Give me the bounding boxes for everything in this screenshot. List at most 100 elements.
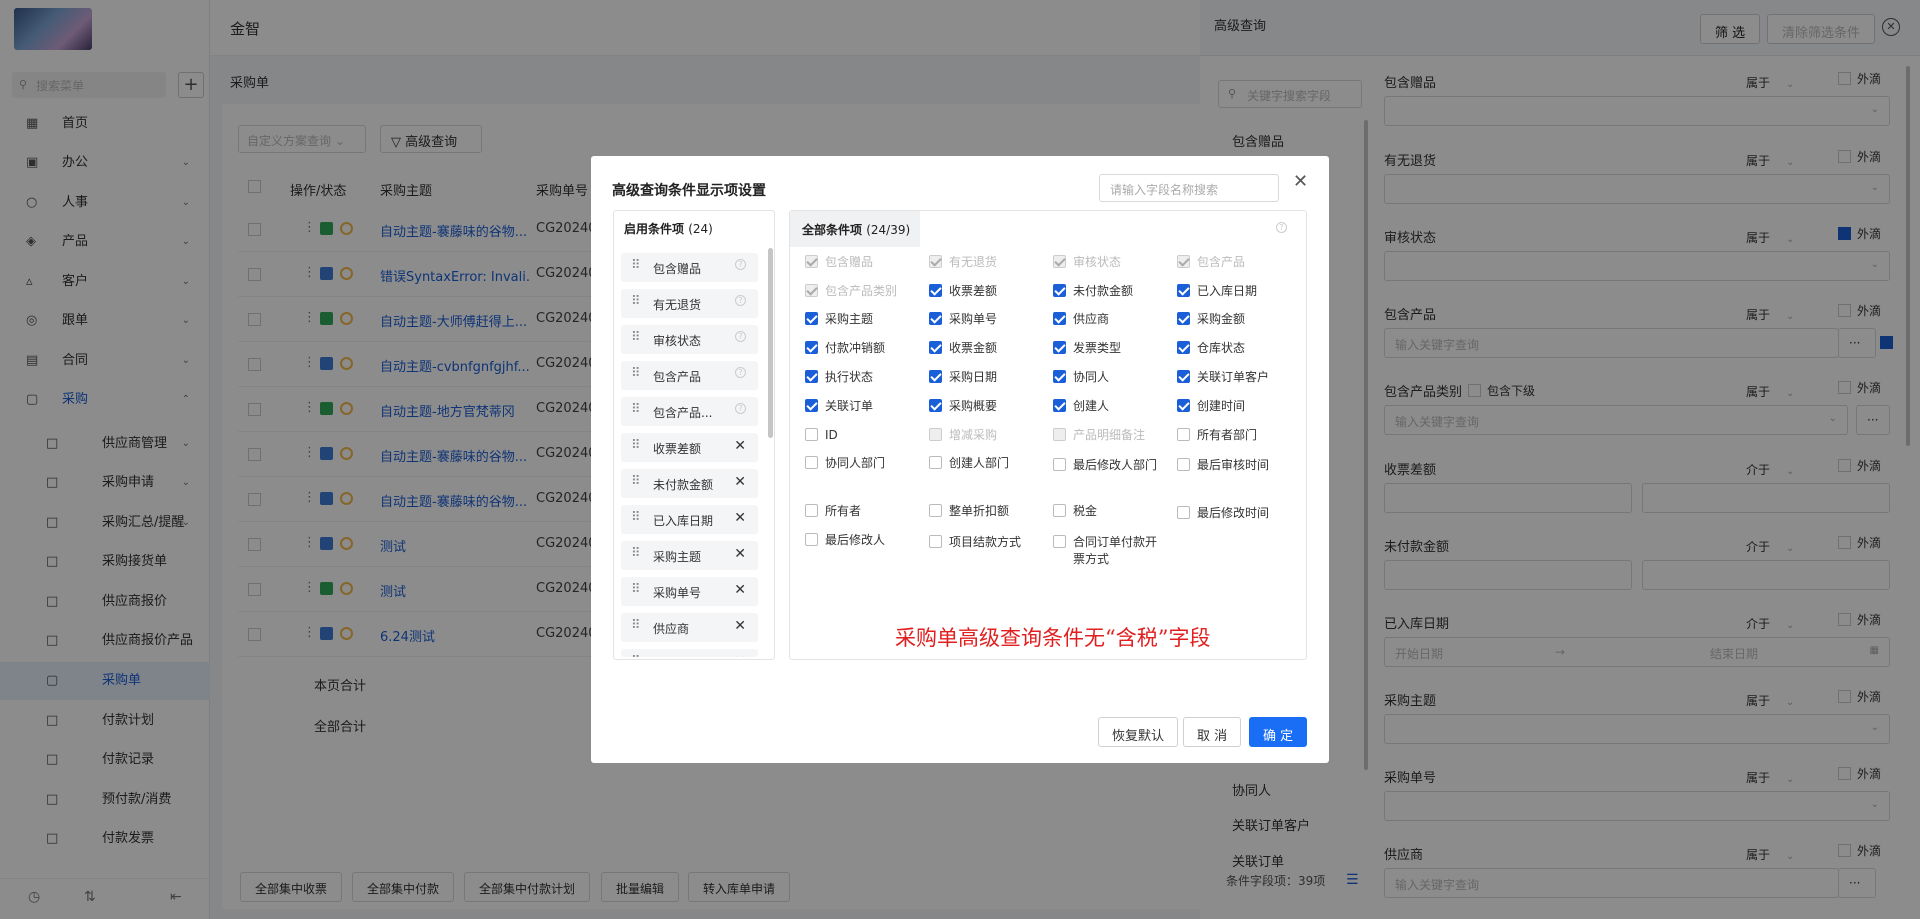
drag-handle-icon[interactable]: ⠿ bbox=[631, 474, 640, 489]
condition-option[interactable]: 合同订单付款开票方式 bbox=[1053, 534, 1173, 570]
condition-option[interactable]: 执行状态 bbox=[805, 369, 925, 387]
condition-option-checkbox[interactable] bbox=[1177, 458, 1190, 471]
condition-option[interactable]: 仓库状态 bbox=[1177, 340, 1297, 358]
drag-handle-icon[interactable]: ⠿ bbox=[631, 366, 640, 381]
condition-option[interactable]: 付款冲销额 bbox=[805, 340, 925, 358]
reset-default-button[interactable]: 恢复默认 bbox=[1098, 717, 1179, 747]
condition-option[interactable]: 所有者 bbox=[805, 503, 925, 521]
condition-option[interactable]: 收票差额 bbox=[929, 283, 1049, 301]
condition-option[interactable]: 创建人 bbox=[1053, 398, 1173, 416]
condition-option-checkbox[interactable] bbox=[1177, 341, 1190, 354]
condition-option-checkbox[interactable] bbox=[1177, 428, 1190, 441]
drag-handle-icon[interactable]: ⠿ bbox=[631, 438, 640, 453]
drag-handle-icon[interactable]: ⠿ bbox=[631, 510, 640, 525]
condition-option[interactable]: 采购概要 bbox=[929, 398, 1049, 416]
drag-handle-icon[interactable]: ⠿ bbox=[631, 618, 640, 633]
condition-option-checkbox[interactable] bbox=[805, 399, 818, 412]
condition-option[interactable]: 发票类型 bbox=[1053, 340, 1173, 358]
enabled-condition-item[interactable]: ⠿ 已入库日期 ✕ bbox=[621, 505, 758, 534]
condition-option-checkbox[interactable] bbox=[1177, 506, 1190, 519]
condition-option-checkbox[interactable] bbox=[1177, 370, 1190, 383]
enabled-list-scrollbar[interactable] bbox=[768, 248, 773, 438]
condition-option[interactable]: 最后修改人部门 bbox=[1053, 457, 1173, 493]
modal-close-icon[interactable]: ✕ bbox=[1293, 171, 1308, 192]
drag-handle-icon[interactable]: ⠿ bbox=[631, 294, 640, 309]
enabled-condition-item[interactable]: ⠿采购日期✕ bbox=[621, 649, 758, 657]
remove-icon[interactable]: ✕ bbox=[734, 654, 746, 657]
condition-option[interactable]: 采购主题 bbox=[805, 311, 925, 329]
condition-option-checkbox[interactable] bbox=[1053, 284, 1066, 297]
condition-option-checkbox[interactable] bbox=[929, 504, 942, 517]
enabled-condition-item[interactable]: ⠿ 包含赠品? bbox=[621, 253, 758, 282]
condition-option-checkbox[interactable] bbox=[1177, 284, 1190, 297]
drag-handle-icon[interactable]: ⠿ bbox=[631, 402, 640, 417]
condition-option-checkbox[interactable] bbox=[929, 370, 942, 383]
enabled-condition-item[interactable]: ⠿ 收票差额 ✕ bbox=[621, 433, 758, 462]
condition-option[interactable]: 协同人 bbox=[1053, 369, 1173, 387]
enabled-condition-item[interactable]: ⠿ 未付款金额 ✕ bbox=[621, 469, 758, 498]
condition-option-checkbox[interactable] bbox=[805, 456, 818, 469]
condition-option-checkbox[interactable] bbox=[1053, 312, 1066, 325]
condition-option-checkbox[interactable] bbox=[1053, 504, 1066, 517]
condition-option-checkbox[interactable] bbox=[1053, 458, 1066, 471]
condition-option[interactable]: 收票金额 bbox=[929, 340, 1049, 358]
enabled-condition-item[interactable]: ⠿ 供应商 ✕ bbox=[621, 613, 758, 642]
remove-icon[interactable]: ✕ bbox=[734, 618, 746, 634]
condition-option[interactable]: 未付款金额 bbox=[1053, 283, 1173, 301]
remove-icon[interactable]: ✕ bbox=[734, 438, 746, 454]
condition-option[interactable]: 创建人部门 bbox=[929, 455, 1049, 473]
condition-option-checkbox[interactable] bbox=[1177, 312, 1190, 325]
condition-option[interactable]: 所有者部门 bbox=[1177, 427, 1297, 445]
enabled-condition-item[interactable]: ⠿ 包含产品? bbox=[621, 361, 758, 390]
enabled-condition-item[interactable]: ⠿ 有无退货? bbox=[621, 289, 758, 318]
condition-option-checkbox[interactable] bbox=[929, 399, 942, 412]
enabled-condition-item[interactable]: ⠿ 采购主题 ✕ bbox=[621, 541, 758, 570]
condition-option-checkbox[interactable] bbox=[805, 312, 818, 325]
help-icon[interactable]: ? bbox=[1276, 222, 1287, 233]
drag-handle-icon[interactable]: ⠿ bbox=[631, 330, 640, 345]
condition-option[interactable]: 采购单号 bbox=[929, 311, 1049, 329]
condition-option-checkbox[interactable] bbox=[805, 341, 818, 354]
condition-option[interactable]: 项目结款方式 bbox=[929, 534, 1049, 570]
condition-option-checkbox[interactable] bbox=[929, 341, 942, 354]
enabled-condition-item[interactable]: ⠿ 包含产品...? bbox=[621, 397, 758, 426]
remove-icon[interactable]: ✕ bbox=[734, 546, 746, 562]
drag-handle-icon[interactable]: ⠿ bbox=[631, 582, 640, 597]
condition-option[interactable]: 协同人部门 bbox=[805, 455, 925, 473]
condition-option-checkbox[interactable] bbox=[805, 504, 818, 517]
condition-option-checkbox[interactable] bbox=[929, 535, 942, 548]
cancel-button[interactable]: 取 消 bbox=[1183, 717, 1242, 747]
condition-option[interactable]: 关联订单客户 bbox=[1177, 369, 1297, 387]
condition-option-checkbox[interactable] bbox=[805, 533, 818, 546]
drag-handle-icon[interactable]: ⠿ bbox=[631, 654, 640, 657]
condition-option-checkbox[interactable] bbox=[929, 312, 942, 325]
condition-option[interactable]: 最后修改时间 bbox=[1177, 505, 1297, 541]
condition-option[interactable]: 创建时间 bbox=[1177, 398, 1297, 416]
condition-option-checkbox[interactable] bbox=[1053, 535, 1066, 548]
condition-option[interactable]: 整单折扣额 bbox=[929, 503, 1049, 521]
condition-option-checkbox[interactable] bbox=[805, 370, 818, 383]
condition-option[interactable]: ID bbox=[805, 427, 925, 445]
condition-option[interactable]: 供应商 bbox=[1053, 311, 1173, 329]
condition-option-checkbox[interactable] bbox=[929, 284, 942, 297]
condition-option[interactable]: 最后审核时间 bbox=[1177, 457, 1297, 493]
drag-handle-icon[interactable]: ⠿ bbox=[631, 258, 640, 273]
enabled-condition-item[interactable]: ⠿ 采购单号 ✕ bbox=[621, 577, 758, 606]
condition-option[interactable]: 已入库日期 bbox=[1177, 283, 1297, 301]
condition-option-checkbox[interactable] bbox=[1053, 341, 1066, 354]
condition-option[interactable]: 关联订单 bbox=[805, 398, 925, 416]
enabled-condition-item[interactable]: ⠿ 审核状态? bbox=[621, 325, 758, 354]
condition-option[interactable]: 采购金额 bbox=[1177, 311, 1297, 329]
condition-option[interactable]: 最后修改人 bbox=[805, 532, 925, 550]
remove-icon[interactable]: ✕ bbox=[734, 510, 746, 526]
drag-handle-icon[interactable]: ⠿ bbox=[631, 546, 640, 561]
condition-option-checkbox[interactable] bbox=[929, 456, 942, 469]
condition-option-checkbox[interactable] bbox=[1053, 399, 1066, 412]
condition-option-checkbox[interactable] bbox=[805, 428, 818, 441]
condition-option[interactable]: 采购日期 bbox=[929, 369, 1049, 387]
condition-option-checkbox[interactable] bbox=[1177, 399, 1190, 412]
confirm-button[interactable]: 确 定 bbox=[1249, 717, 1308, 747]
condition-option-checkbox[interactable] bbox=[1053, 370, 1066, 383]
remove-icon[interactable]: ✕ bbox=[734, 474, 746, 490]
modal-field-search-input[interactable]: 请输入字段名称搜索 bbox=[1099, 174, 1279, 202]
